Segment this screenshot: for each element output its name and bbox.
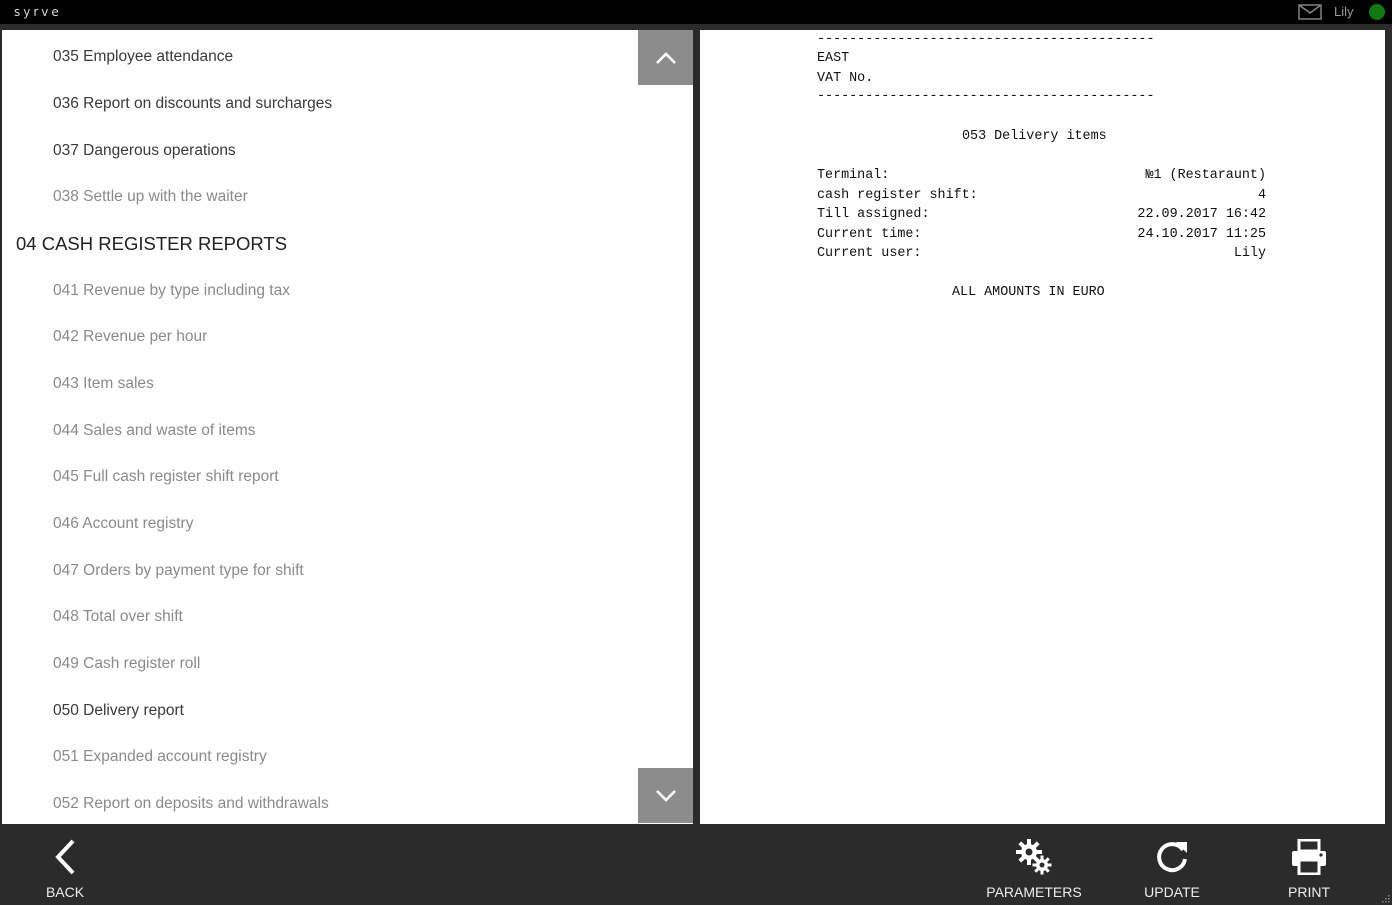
status-indicator bbox=[1369, 4, 1385, 20]
report-item[interactable]: 044 Sales and waste of items bbox=[53, 422, 255, 440]
report-item[interactable]: 047 Orders by payment type for shift bbox=[53, 562, 304, 580]
scroll-down-button[interactable] bbox=[638, 768, 693, 823]
refresh-icon bbox=[1157, 842, 1187, 873]
report-field-label: cash register shift: bbox=[817, 188, 978, 203]
report-field-value: 4 bbox=[1257, 188, 1266, 203]
report-field-label: Current user: bbox=[817, 246, 922, 261]
report-field-value: 24.10.2017 11:25 bbox=[1137, 227, 1266, 242]
scroll-up-button[interactable] bbox=[638, 30, 693, 85]
report-item[interactable]: 050 Delivery report bbox=[53, 702, 184, 720]
current-user-name: Lily bbox=[1334, 4, 1354, 19]
print-button[interactable]: PRINT bbox=[1279, 824, 1339, 905]
resize-grip-icon[interactable] bbox=[1380, 893, 1390, 903]
report-item[interactable]: 052 Report on deposits and withdrawals bbox=[53, 795, 329, 813]
parameters-label: PARAMETERS bbox=[986, 884, 1082, 900]
report-store-name: EAST bbox=[817, 51, 850, 66]
chevron-up-icon bbox=[655, 51, 676, 64]
report-separator: ----------------------------------------… bbox=[817, 32, 1155, 47]
report-item[interactable]: 048 Total over shift bbox=[53, 608, 183, 626]
report-field-value: Lily bbox=[1233, 246, 1266, 261]
report-field-value: 22.09.2017 16:42 bbox=[1137, 207, 1266, 222]
report-separator: ----------------------------------------… bbox=[817, 89, 1155, 104]
print-label: PRINT bbox=[1288, 884, 1330, 900]
report-field-label: Current time: bbox=[817, 227, 922, 242]
report-item[interactable]: 038 Settle up with the waiter bbox=[53, 188, 248, 206]
report-item[interactable]: 036 Report on discounts and surcharges bbox=[53, 95, 332, 113]
section-header-cash-register-reports: 04 CASH REGISTER REPORTS bbox=[16, 233, 288, 254]
back-label: BACK bbox=[45, 884, 85, 900]
report-field-label: Terminal: bbox=[817, 168, 890, 183]
gears-icon bbox=[1016, 839, 1052, 875]
report-item[interactable]: 046 Account registry bbox=[53, 515, 193, 533]
brand-logo: syrve bbox=[14, 5, 62, 19]
top-bar: syrve Lily bbox=[0, 0, 1392, 24]
report-item[interactable]: 049 Cash register roll bbox=[53, 655, 200, 673]
report-item[interactable]: 043 Item sales bbox=[53, 375, 154, 393]
printer-icon bbox=[1292, 839, 1326, 875]
chevron-down-icon bbox=[655, 789, 676, 802]
report-vat: VAT No. bbox=[817, 71, 874, 86]
report-item[interactable]: 037 Dangerous operations bbox=[53, 142, 236, 160]
update-button[interactable]: UPDATE bbox=[1136, 824, 1208, 905]
update-label: UPDATE bbox=[1144, 884, 1200, 900]
report-item[interactable]: 041 Revenue by type including tax bbox=[53, 282, 290, 300]
report-list-panel[interactable]: 035 Employee attendance 036 Report on di… bbox=[2, 30, 693, 824]
report-item[interactable]: 051 Expanded account registry bbox=[53, 748, 267, 766]
report-preview-panel: ----------------------------------------… bbox=[700, 30, 1385, 824]
bottom-toolbar: BACK PARAMETERS UPDATE PRINT bbox=[0, 824, 1392, 905]
chevron-left-icon bbox=[55, 839, 75, 875]
report-field-value: №1 (Restaraunt) bbox=[1145, 168, 1266, 183]
report-item[interactable]: 035 Employee attendance bbox=[53, 48, 233, 66]
mail-icon[interactable] bbox=[1298, 4, 1322, 20]
report-field-label: Till assigned: bbox=[817, 207, 930, 222]
back-button[interactable]: BACK bbox=[35, 824, 95, 905]
report-item[interactable]: 042 Revenue per hour bbox=[53, 328, 207, 346]
report-currency-note: ALL AMOUNTS IN EURO bbox=[952, 285, 1105, 300]
parameters-button[interactable]: PARAMETERS bbox=[986, 824, 1082, 905]
report-item[interactable]: 045 Full cash register shift report bbox=[53, 468, 279, 486]
report-title: 053 Delivery items bbox=[962, 129, 1107, 144]
